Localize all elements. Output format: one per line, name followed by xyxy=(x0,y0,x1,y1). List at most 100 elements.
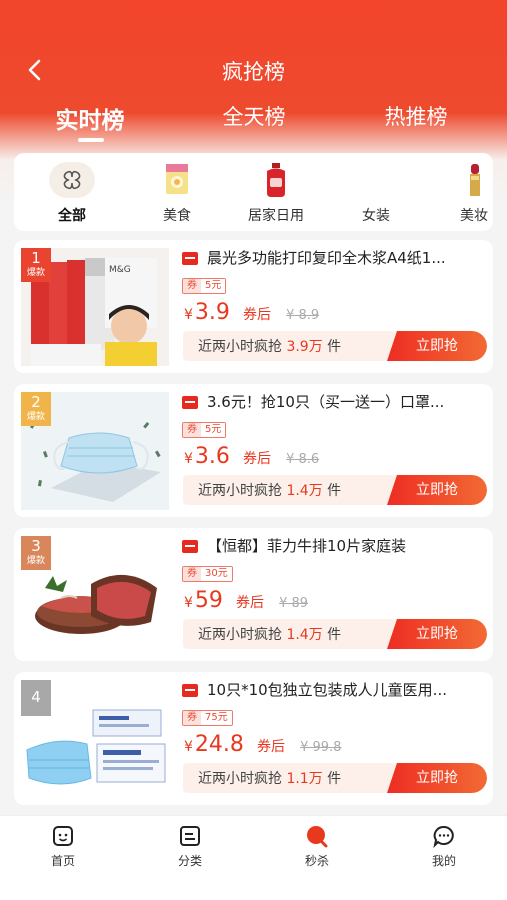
rank-number: 4 xyxy=(31,688,41,706)
price-value: 3.6 xyxy=(194,444,230,469)
original-price: ¥ 99.8 xyxy=(300,740,342,755)
original-price: ¥ 8.9 xyxy=(286,308,320,323)
sales-count: 1.1万 xyxy=(286,771,323,787)
product-card[interactable]: M&G 1 爆款 晨光多功能打印复印全木浆A4纸1... 券 5元 ¥3.9 券… xyxy=(14,240,493,373)
sales-info: 近两小时疯抢 3.9万 件 xyxy=(198,336,341,356)
price-row: ¥3.6 券后 ¥ 8.6 xyxy=(184,444,319,474)
tabbar-mine[interactable]: 我的 xyxy=(381,824,507,869)
tabbar-label: 分类 xyxy=(177,854,202,868)
sales-prefix: 近两小时疯抢 xyxy=(198,627,282,643)
detergent-bottle-icon xyxy=(256,162,296,198)
flash-sale-icon xyxy=(307,826,328,848)
coupon-prefix: 券 xyxy=(183,567,201,581)
buy-bar: 近两小时疯抢 1.1万 件 立即抢 xyxy=(183,763,487,793)
product-title: 晨光多功能打印复印全木浆A4纸1... xyxy=(207,249,446,267)
currency-symbol: ¥ xyxy=(184,595,193,611)
sales-prefix: 近两小时疯抢 xyxy=(198,483,282,499)
coupon-prefix: 券 xyxy=(183,423,201,437)
grab-now-button[interactable]: 立即抢 xyxy=(387,475,487,505)
original-price: ¥ 8.6 xyxy=(286,452,320,467)
coupon-badge: 券 5元 xyxy=(182,278,227,294)
price-row: ¥24.8 券后 ¥ 99.8 xyxy=(184,732,341,762)
sales-count: 3.9万 xyxy=(286,339,323,355)
category-all[interactable]: 全部 xyxy=(27,153,117,231)
rank-tag: 爆款 xyxy=(26,556,45,566)
sales-info: 近两小时疯抢 1.1万 件 xyxy=(198,768,341,788)
tab-indicator xyxy=(78,138,104,142)
sales-count: 1.4万 xyxy=(286,483,323,499)
buy-bar: 近两小时疯抢 3.9万 件 立即抢 xyxy=(183,331,487,361)
tabbar-home[interactable]: 首页 xyxy=(0,824,126,869)
bottom-tab-bar: 首页 分类 秒杀 我的 xyxy=(0,815,507,900)
category-beauty[interactable]: 美妆 xyxy=(429,153,493,231)
grid-icon xyxy=(49,162,95,198)
product-title: 10只*10包独立包装成人儿童医用... xyxy=(207,681,447,699)
coupon-value: 75元 xyxy=(201,711,232,725)
coupon-badge: 券 5元 xyxy=(182,422,227,438)
home-face-icon xyxy=(53,826,73,846)
category-label: 女装 xyxy=(362,208,390,224)
tabbar-label: 首页 xyxy=(50,854,75,868)
coupon-value: 5元 xyxy=(201,279,226,293)
tabbar-label: 秒杀 xyxy=(304,854,329,868)
category-household[interactable]: 居家日用 xyxy=(231,153,321,231)
rank-badge: 1 爆款 xyxy=(21,248,51,282)
rank-tag: 爆款 xyxy=(26,268,45,278)
original-price: ¥ 89 xyxy=(279,596,309,611)
tab-hot-recommend[interactable]: 热推榜 xyxy=(356,101,476,131)
tab-realtime[interactable]: 实时榜 xyxy=(30,101,150,135)
price-value: 3.9 xyxy=(194,300,230,325)
after-coupon-label: 券后 xyxy=(257,739,285,755)
category-label: 美妆 xyxy=(460,208,488,224)
rank-number: 2 xyxy=(31,393,41,411)
rank-tag: 爆款 xyxy=(26,412,45,422)
category-womens-clothing[interactable]: 女装 xyxy=(331,153,421,231)
grab-now-button[interactable]: 立即抢 xyxy=(387,619,487,649)
tmall-icon xyxy=(182,540,198,553)
category-label: 全部 xyxy=(58,208,86,224)
product-title: 【恒都】菲力牛排10片家庭装 xyxy=(207,537,407,555)
buy-bar: 近两小时疯抢 1.4万 件 立即抢 xyxy=(183,475,487,505)
coupon-badge: 券 75元 xyxy=(182,710,233,726)
tmall-icon xyxy=(182,252,198,265)
tmall-icon xyxy=(182,396,198,409)
rank-badge: 3 爆款 xyxy=(21,536,51,570)
product-card[interactable]: 2 爆款 3.6元！抢10只（买一送一）口罩... 券 5元 ¥3.6 券后 ¥… xyxy=(14,384,493,517)
sales-unit: 件 xyxy=(327,339,342,355)
product-card[interactable]: 3 爆款 【恒都】菲力牛排10片家庭装 券 30元 ¥59 券后 ¥ 89 近两… xyxy=(14,528,493,661)
buy-bar: 近两小时疯抢 1.4万 件 立即抢 xyxy=(183,619,487,649)
product-card[interactable]: 4 10只*10包独立包装成人儿童医用... 券 75元 ¥24.8 券后 ¥ … xyxy=(14,672,493,805)
sales-unit: 件 xyxy=(327,771,342,787)
price: ¥3.6 xyxy=(184,444,230,469)
profile-chat-icon xyxy=(433,825,454,848)
coupon-value: 30元 xyxy=(201,567,232,581)
price-row: ¥3.9 券后 ¥ 8.9 xyxy=(184,300,319,330)
rank-badge: 4 xyxy=(21,680,51,716)
tab-all-day[interactable]: 全天榜 xyxy=(194,101,314,131)
sales-unit: 件 xyxy=(327,627,342,643)
currency-symbol: ¥ xyxy=(184,307,193,323)
tabbar-flash-sale[interactable]: 秒杀 xyxy=(254,824,380,869)
sales-info: 近两小时疯抢 1.4万 件 xyxy=(198,480,341,500)
category-bar: 全部 美食 居家日用 女装 美妆 xyxy=(14,153,493,231)
price-value: 59 xyxy=(194,588,223,613)
after-coupon-label: 券后 xyxy=(236,595,265,611)
price-row: ¥59 券后 ¥ 89 xyxy=(184,588,308,618)
currency-symbol: ¥ xyxy=(184,451,193,467)
rank-number: 3 xyxy=(31,537,41,555)
food-box-icon xyxy=(157,162,197,198)
price: ¥59 xyxy=(184,588,223,613)
sales-info: 近两小时疯抢 1.4万 件 xyxy=(198,624,341,644)
page-title: 疯抢榜 xyxy=(222,60,285,84)
category-food[interactable]: 美食 xyxy=(132,153,222,231)
rank-badge: 2 爆款 xyxy=(21,392,51,426)
category-icon xyxy=(180,826,200,846)
category-label: 居家日用 xyxy=(248,208,304,224)
grab-now-button[interactable]: 立即抢 xyxy=(387,763,487,793)
tabbar-category[interactable]: 分类 xyxy=(127,824,253,869)
svg-text:M&G: M&G xyxy=(109,265,131,275)
grab-now-button[interactable]: 立即抢 xyxy=(387,331,487,361)
tabbar-label: 我的 xyxy=(431,854,456,868)
sales-unit: 件 xyxy=(327,483,342,499)
category-label: 美食 xyxy=(163,208,191,224)
